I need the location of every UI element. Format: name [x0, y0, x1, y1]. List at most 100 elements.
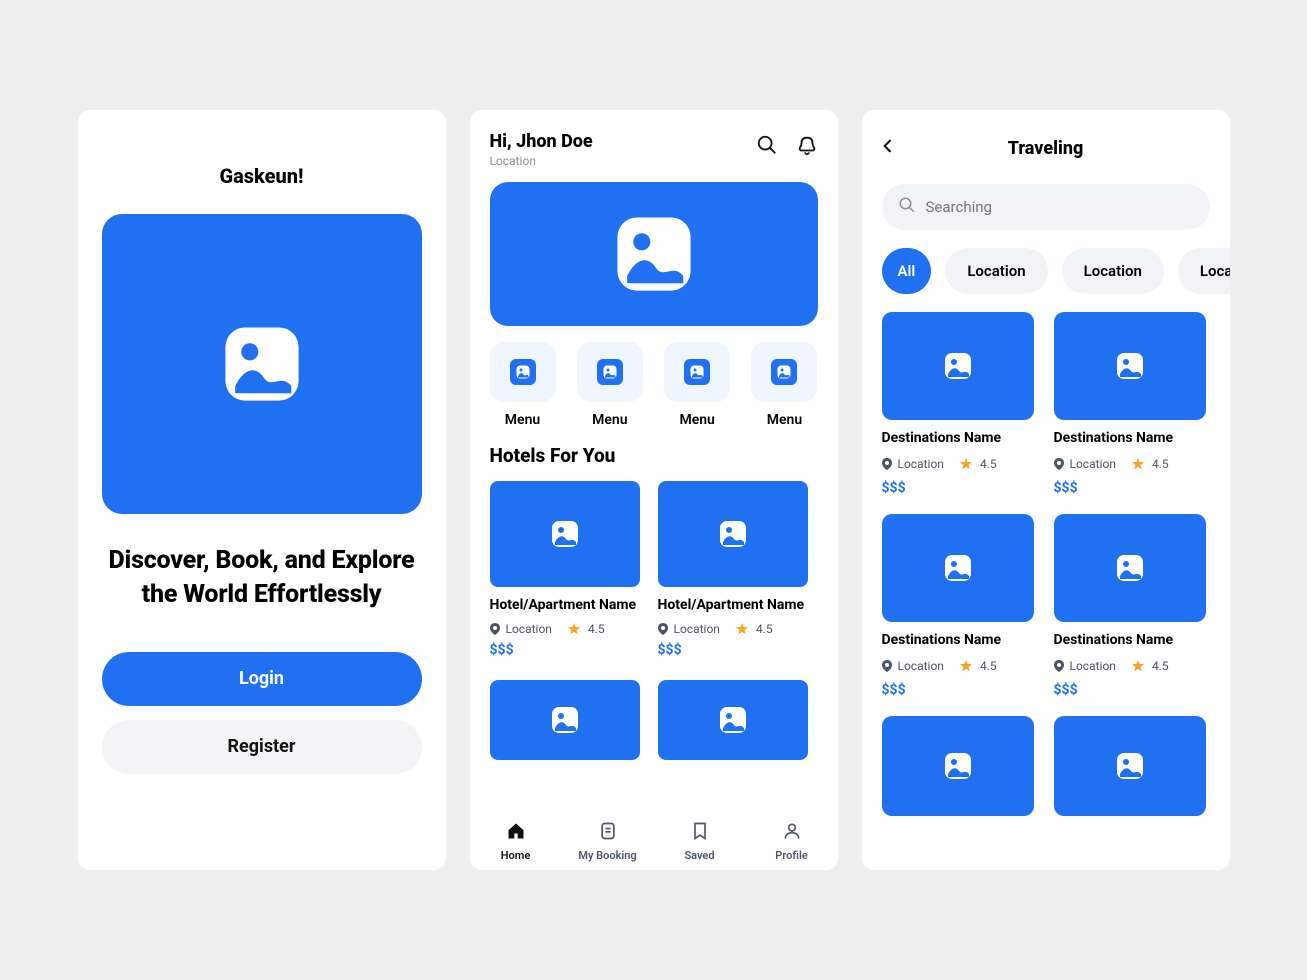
pin-icon [882, 455, 892, 474]
destination-title: Destinations Name [882, 430, 1034, 447]
menu-tile [490, 342, 556, 402]
destination-image-placeholder [1054, 514, 1206, 622]
destination-rating: 4.5 [1152, 457, 1169, 471]
greeting-text: Hi, Jhon Doe [490, 132, 593, 152]
destination-card[interactable]: Destinations Name Location 4.5 $$$ [882, 312, 1034, 496]
destination-card[interactable] [1054, 716, 1206, 816]
destination-image-placeholder [882, 716, 1034, 816]
traveling-screen: Traveling All Location Location Location… [862, 110, 1230, 870]
nav-label: Profile [775, 849, 807, 862]
nav-label: My Booking [578, 849, 636, 862]
menu-item[interactable]: Menu [577, 342, 643, 428]
destination-rating: 4.5 [1152, 659, 1169, 673]
destination-card[interactable] [882, 716, 1034, 816]
menu-label: Menu [592, 412, 627, 428]
destination-image-placeholder [882, 312, 1034, 420]
filter-chips: All Location Location Location [862, 230, 1230, 294]
location-subtext: Location [490, 154, 593, 168]
destination-image-placeholder [882, 514, 1034, 622]
chip-all[interactable]: All [882, 248, 932, 294]
destination-price: $$$ [1054, 480, 1206, 496]
home-icon [506, 821, 526, 845]
destination-meta: Location 4.5 [1054, 455, 1206, 474]
hotel-title: Hotel/Apartment Name [490, 597, 640, 614]
greeting-block: Hi, Jhon Doe Location [490, 132, 593, 168]
topbar-actions [756, 134, 818, 160]
destination-row: Destinations Name Location 4.5 $$$ Desti… [882, 312, 1210, 496]
hotels-section: Hotels For You Hotel/Apartment Name Loca… [470, 428, 838, 760]
search-input[interactable] [882, 184, 1210, 230]
star-icon [568, 623, 580, 635]
hotel-card[interactable]: Hotel/Apartment Name Location 4.5 $$$ [490, 481, 640, 658]
menu-item[interactable]: Menu [751, 342, 817, 428]
login-button[interactable]: Login [102, 652, 422, 706]
hotel-location: Location [674, 622, 720, 636]
destination-location: Location [898, 457, 944, 471]
hotel-grid-peek [490, 680, 818, 760]
menu-row: Menu Menu Menu Menu [470, 326, 838, 428]
destination-rating: 4.5 [980, 457, 997, 471]
hotel-title: Hotel/Apartment Name [658, 597, 808, 614]
profile-icon [782, 821, 802, 845]
pin-icon [658, 623, 668, 635]
search-icon[interactable] [756, 134, 778, 160]
destination-row: Destinations Name Location 4.5 $$$ Desti… [882, 514, 1210, 698]
header: Traveling [862, 126, 1230, 170]
star-icon [1132, 455, 1144, 474]
brand-title: Gaskeun! [98, 164, 426, 188]
destination-location: Location [1070, 659, 1116, 673]
topbar: Hi, Jhon Doe Location [470, 110, 838, 168]
menu-tile [577, 342, 643, 402]
destination-location: Location [898, 659, 944, 673]
pin-icon [1054, 455, 1064, 474]
destination-list: Destinations Name Location 4.5 $$$ Desti… [862, 294, 1230, 816]
bell-icon[interactable] [796, 134, 818, 160]
hotel-card[interactable]: Hotel/Apartment Name Location 4.5 $$$ [658, 481, 808, 658]
destination-price: $$$ [1054, 682, 1206, 698]
onboarding-screen: Gaskeun! Discover, Book, and Explore the… [78, 110, 446, 870]
nav-saved[interactable]: Saved [665, 821, 735, 862]
menu-item[interactable]: Menu [490, 342, 556, 428]
destination-card[interactable]: Destinations Name Location 4.5 $$$ [1054, 312, 1206, 496]
destination-row-peek [882, 716, 1210, 816]
chip-location[interactable]: Location [1062, 248, 1164, 294]
nav-booking[interactable]: My Booking [573, 821, 643, 862]
star-icon [960, 657, 972, 676]
destination-card[interactable]: Destinations Name Location 4.5 $$$ [1054, 514, 1206, 698]
menu-item[interactable]: Menu [664, 342, 730, 428]
menu-label: Menu [505, 412, 540, 428]
hotel-image-placeholder[interactable] [658, 680, 808, 760]
menu-label: Menu [679, 412, 714, 428]
section-title: Hotels For You [490, 444, 818, 467]
hotel-grid: Hotel/Apartment Name Location 4.5 $$$ Ho… [490, 481, 818, 658]
destination-rating: 4.5 [980, 659, 997, 673]
back-button[interactable] [878, 136, 898, 160]
hotel-rating: 4.5 [588, 622, 605, 636]
star-icon [736, 623, 748, 635]
destination-price: $$$ [882, 480, 1034, 496]
pin-icon [882, 657, 892, 676]
hotel-location: Location [506, 622, 552, 636]
menu-tile [751, 342, 817, 402]
chip-location[interactable]: Location [1178, 248, 1230, 294]
chip-location[interactable]: Location [945, 248, 1047, 294]
register-button[interactable]: Register [102, 720, 422, 774]
destination-title: Destinations Name [1054, 430, 1206, 447]
bottom-fade [470, 782, 838, 814]
nav-label: Home [501, 849, 531, 862]
bottom-nav: Home My Booking Saved Profile [470, 814, 838, 870]
hotel-image-placeholder [490, 481, 640, 587]
banner-image-placeholder[interactable] [490, 182, 818, 326]
hotel-meta: Location 4.5 [490, 622, 640, 636]
pin-icon [490, 623, 500, 635]
nav-profile[interactable]: Profile [757, 821, 827, 862]
search-field[interactable] [926, 198, 1194, 216]
destination-card[interactable]: Destinations Name Location 4.5 $$$ [882, 514, 1034, 698]
nav-label: Saved [684, 849, 714, 862]
destination-image-placeholder [1054, 312, 1206, 420]
destination-price: $$$ [882, 682, 1034, 698]
nav-home[interactable]: Home [481, 821, 551, 862]
menu-tile [664, 342, 730, 402]
star-icon [1132, 657, 1144, 676]
hotel-image-placeholder[interactable] [490, 680, 640, 760]
